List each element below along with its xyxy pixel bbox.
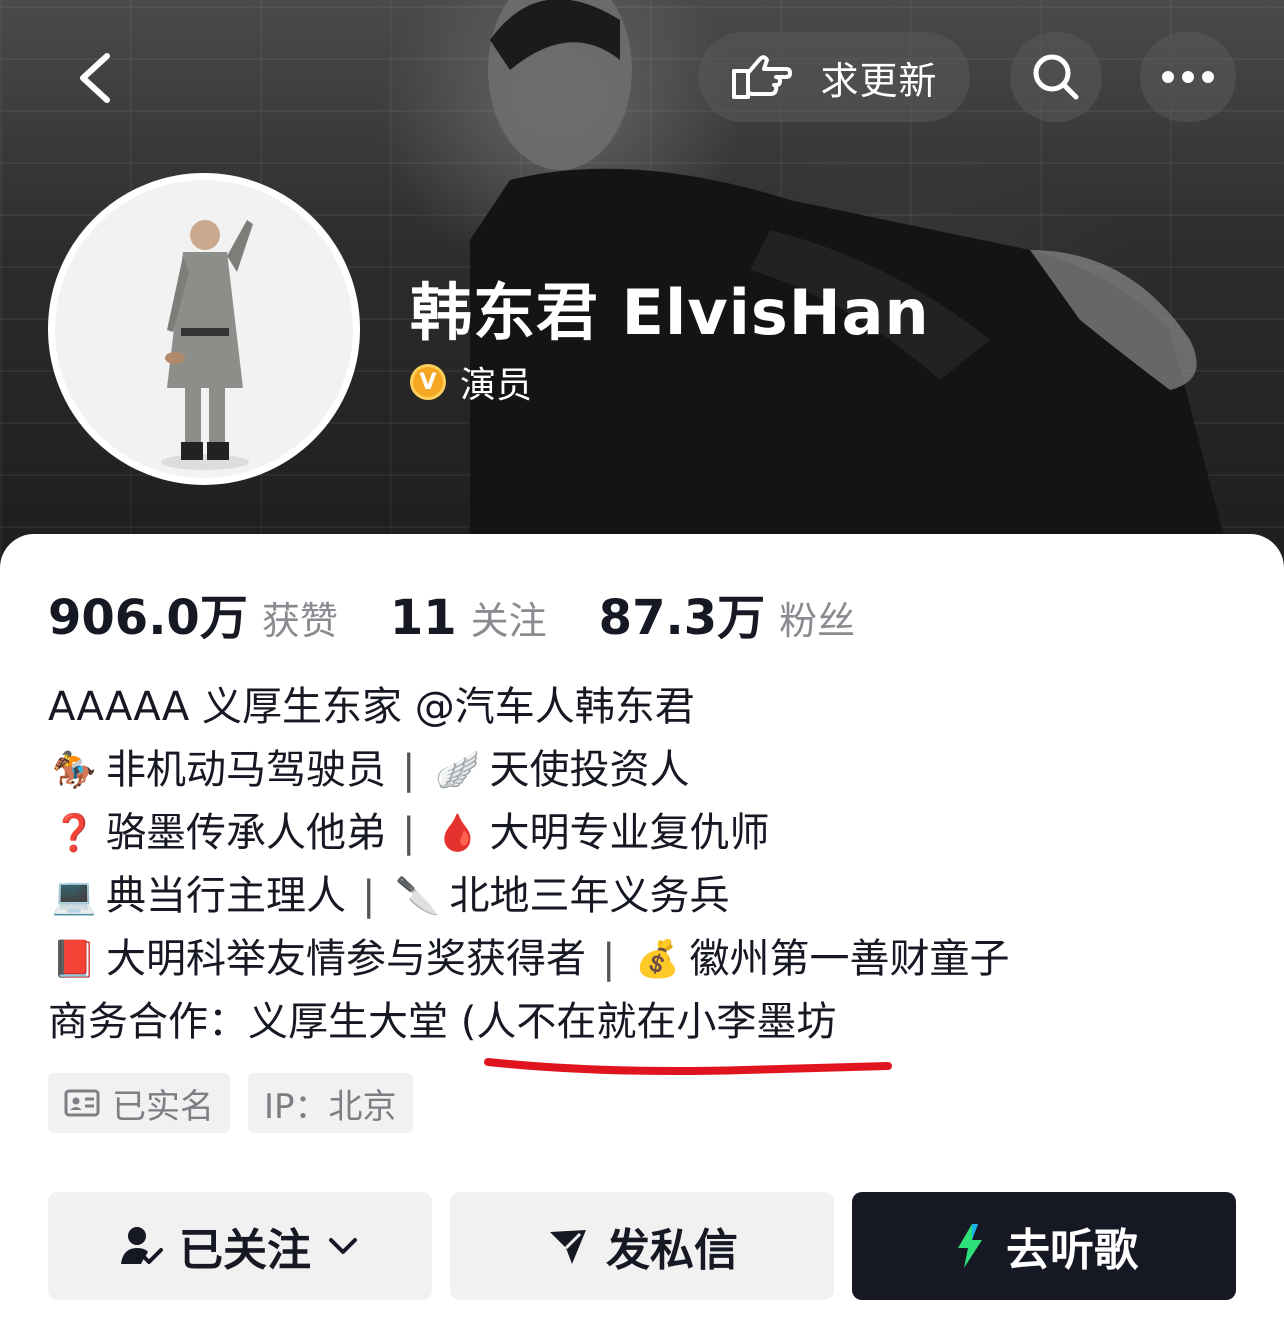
listen-music-button[interactable]: 去听歌 (852, 1192, 1236, 1300)
following-button-label: 已关注 (179, 1225, 311, 1276)
bio-line-3-b: 大明专业复仇师 (489, 810, 770, 856)
request-update-label: 求更新 (820, 58, 938, 103)
chevron-left-icon (80, 53, 110, 103)
bio-separator: | (362, 873, 376, 919)
avatar[interactable] (48, 173, 360, 485)
avatar-photo (161, 220, 253, 470)
knife-icon: 🔪 (395, 876, 440, 917)
likes-label: 获赞 (261, 599, 338, 643)
back-button[interactable] (60, 40, 130, 116)
blood-drop-icon: 🩸 (435, 813, 480, 854)
bio-line-5-b: 徽州第一善财童子 (689, 936, 1010, 982)
wing-icon: 🪽 (435, 750, 480, 791)
money-bag-icon: 💰 (635, 939, 680, 980)
laptop-icon: 💻 (51, 876, 97, 917)
bio-separator: | (402, 747, 416, 793)
bio-separator: | (402, 810, 416, 856)
real-name-tag: 已实名 (48, 1073, 230, 1133)
search-icon (1033, 54, 1079, 100)
bio-line-3: ❓ 骆墨传承人他弟 | 🩸 大明专业复仇师 (48, 802, 1009, 865)
bio-line-4: 💻 典当行主理人 | 🔪 北地三年义务兵 (48, 865, 1009, 928)
message-button[interactable]: 发私信 (450, 1192, 834, 1300)
user-check-icon (121, 1227, 163, 1264)
pointing-hand-icon (732, 55, 793, 99)
bio-line-4-b: 北地三年义务兵 (449, 873, 730, 919)
bio-line-5: 📕 大明科举友情参与奖获得者 | 💰 徽州第一善财童子 (48, 928, 1010, 991)
role-label: 演员 (460, 365, 533, 406)
followers-label[interactable]: 粉丝 (779, 590, 855, 645)
bio-line-6: 商务合作：义厚生大堂 (人不在就在小李墨坊 (48, 991, 1009, 1054)
profile-name: 韩东君 ElvisHan (410, 276, 930, 349)
more-dots-icon (1162, 71, 1214, 83)
business-contact-text: 商务合作：义厚生大堂 (人不在就在小李墨坊 (48, 999, 837, 1045)
red-underline-annotation (484, 1058, 892, 1075)
verified-role: V 演员 (410, 356, 532, 408)
send-icon (550, 1230, 586, 1264)
bio-line-2: 🏇 非机动马驾驶员 | 🪽 天使投资人 (48, 739, 1009, 802)
action-buttons: 已关注 发私信 去听歌 (48, 1192, 1236, 1300)
bio-line-4-a: 典当行主理人 (106, 873, 346, 919)
likes-count: 906.0万 (48, 590, 248, 646)
id-card-icon (64, 1089, 100, 1117)
ip-location-label: IP：北京 (264, 1086, 397, 1127)
tags-row: 已实名 IP：北京 (48, 1073, 431, 1133)
following-count[interactable]: 11 (390, 590, 457, 646)
bio-line-3-a: 骆墨传承人他弟 (106, 810, 386, 856)
listen-music-label: 去听歌 (1006, 1225, 1138, 1276)
bio-line-2-b: 天使投资人 (489, 747, 690, 793)
profile-banner: 求更新 韩东君 ElvisHan V 演员 (0, 0, 1284, 580)
profile-card: 906.0万 获赞 11 关注 87.3万 粉丝 AAAAA 义厚生东家 @汽车… (0, 534, 1284, 1317)
bio-line-1-text: AAAAA 义厚生东家 @汽车人韩东君 (48, 684, 695, 730)
following-label[interactable]: 关注 (471, 590, 547, 645)
search-button[interactable] (1010, 32, 1102, 122)
bio-line-5-a: 大明科举友情参与奖获得者 (106, 936, 586, 982)
bio-line-2-a: 非机动马驾驶员 (106, 747, 386, 793)
stats-row: 906.0万 获赞 11 关注 87.3万 粉丝 (48, 578, 855, 648)
following-button[interactable]: 已关注 (48, 1192, 432, 1300)
bio: AAAAA 义厚生东家 @汽车人韩东君 🏇 非机动马驾驶员 | 🪽 天使投资人 … (48, 676, 1009, 1054)
request-update-button[interactable]: 求更新 (698, 32, 970, 122)
question-box-icon: ❓ (51, 813, 97, 854)
horse-racing-icon: 🏇 (51, 750, 97, 791)
bio-line-1: AAAAA 义厚生东家 @汽车人韩东君 (48, 676, 1009, 739)
followers-count[interactable]: 87.3万 (599, 578, 765, 648)
real-name-label: 已实名 (112, 1086, 214, 1127)
verified-badge-icon: V (410, 364, 446, 400)
more-button[interactable] (1140, 32, 1236, 122)
ip-location-tag: IP：北京 (248, 1073, 413, 1133)
message-button-label: 发私信 (606, 1225, 738, 1276)
red-book-icon: 📕 (51, 939, 97, 980)
bio-separator: | (602, 936, 616, 982)
chevron-down-icon (329, 1238, 357, 1254)
music-bolt-icon (958, 1224, 982, 1268)
